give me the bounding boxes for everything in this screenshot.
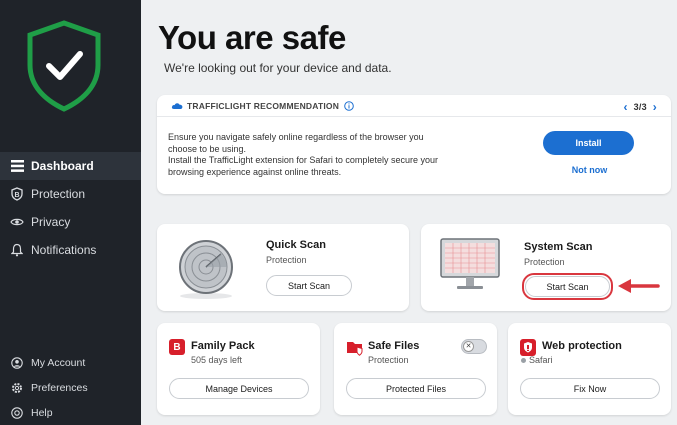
recommendation-text: Ensure you navigate safely online regard…: [168, 132, 498, 178]
family-pack-card: B Family Pack 505 days left Manage Devic…: [157, 323, 320, 415]
safe-files-card: Safe Files Protection ✕ Protected Files: [334, 323, 497, 415]
page-title: You are safe: [158, 19, 346, 56]
page-subtitle: We're looking out for your device and da…: [164, 61, 392, 75]
chevron-right-icon[interactable]: ›: [653, 100, 657, 114]
bitdefender-b-icon: B: [169, 339, 185, 355]
web-protection-title: Web protection: [542, 340, 622, 352]
info-icon[interactable]: [344, 100, 354, 111]
sidebar-item-preferences[interactable]: Preferences: [0, 375, 141, 400]
recommendation-line: Install the TrafficLight extension for S…: [168, 155, 438, 165]
sidebar-item-privacy[interactable]: Privacy: [0, 208, 141, 236]
recommendation-header: TRAFFICLIGHT RECOMMENDATION ‹ 3/3 ›: [157, 95, 671, 117]
safe-files-subtitle: Protection: [368, 355, 409, 365]
highlight-ring: [522, 273, 613, 300]
status-dot: [521, 358, 526, 363]
dashboard-icon: [10, 159, 24, 173]
family-pack-subtitle: 505 days left: [191, 355, 243, 365]
quick-scan-title: Quick Scan: [266, 239, 326, 251]
family-pack-title: Family Pack: [191, 340, 255, 352]
sidebar-item-label: Dashboard: [31, 159, 94, 173]
recommendation-heading: TRAFFICLIGHT RECOMMENDATION: [187, 100, 340, 111]
sidebar-item-label: Preferences: [31, 381, 88, 394]
web-protection-card: Web protection Safari Fix Now: [508, 323, 671, 415]
shield-b-icon: B: [10, 187, 24, 201]
sidebar-item-dashboard[interactable]: Dashboard: [0, 152, 141, 180]
manage-devices-button[interactable]: Manage Devices: [169, 378, 309, 399]
svg-text:B: B: [14, 192, 19, 199]
web-protection-subtitle: Safari: [529, 355, 553, 365]
arrow-left-icon: [618, 279, 660, 293]
recommendation-line: choose to be using.: [168, 143, 247, 154]
system-scan-subtitle: Protection: [524, 257, 565, 267]
fix-now-button[interactable]: Fix Now: [520, 378, 660, 399]
chevron-left-icon[interactable]: ‹: [623, 100, 627, 114]
user-icon: [10, 356, 24, 370]
sidebar-item-label: Notifications: [31, 243, 97, 257]
close-icon: ✕: [463, 341, 474, 352]
bell-icon: [10, 243, 24, 257]
main-content: You are safe We're looking out for your …: [141, 0, 677, 425]
help-icon: [10, 406, 24, 420]
system-scan-title: System Scan: [524, 241, 593, 253]
web-shield-icon: [520, 339, 536, 356]
safe-files-toggle[interactable]: ✕: [461, 339, 487, 354]
sidebar-item-label: Help: [31, 406, 53, 419]
monitor-scan-icon: [440, 238, 500, 289]
sidebar-item-notifications[interactable]: Notifications: [0, 236, 141, 264]
recommendation-line: Ensure you navigate safely online regard…: [168, 132, 424, 142]
sidebar-item-label: Protection: [31, 187, 86, 201]
not-now-link[interactable]: Not now: [562, 165, 617, 179]
install-button[interactable]: Install: [543, 131, 634, 155]
recommendation-pager: ‹ 3/3 ›: [617, 100, 663, 114]
cloud-icon: [171, 103, 183, 109]
recommendation-card: TRAFFICLIGHT RECOMMENDATION ‹ 3/3 › Ensu…: [157, 95, 671, 194]
quick-scan-subtitle: Protection: [266, 255, 307, 265]
sidebar-item-my-account[interactable]: My Account: [0, 350, 141, 375]
quick-scan-start-button[interactable]: Start Scan: [266, 275, 352, 296]
sidebar: Dashboard B Protection Privacy Notificat…: [0, 0, 141, 425]
safe-files-title: Safe Files: [368, 340, 420, 352]
eye-icon: [10, 215, 24, 229]
radar-icon: [179, 240, 233, 299]
sidebar-bottom-nav: My Account Preferences Help: [0, 350, 141, 425]
sidebar-item-help[interactable]: Help: [0, 400, 141, 425]
protected-files-button[interactable]: Protected Files: [346, 378, 486, 399]
pager-count: 3/3: [633, 102, 647, 112]
recommendation-line: browsing experience against online threa…: [168, 166, 342, 177]
gear-icon: [10, 381, 24, 395]
system-scan-card: System Scan Protection Start Scan: [421, 224, 671, 311]
quick-scan-card: Quick Scan Protection Start Scan: [157, 224, 409, 311]
folder-shield-icon: [347, 342, 363, 356]
sidebar-nav: Dashboard B Protection Privacy Notificat…: [0, 152, 141, 264]
sidebar-item-label: My Account: [31, 356, 86, 369]
sidebar-item-label: Privacy: [31, 215, 71, 229]
shield-check-icon: [27, 20, 101, 112]
sidebar-item-protection[interactable]: B Protection: [0, 180, 141, 208]
